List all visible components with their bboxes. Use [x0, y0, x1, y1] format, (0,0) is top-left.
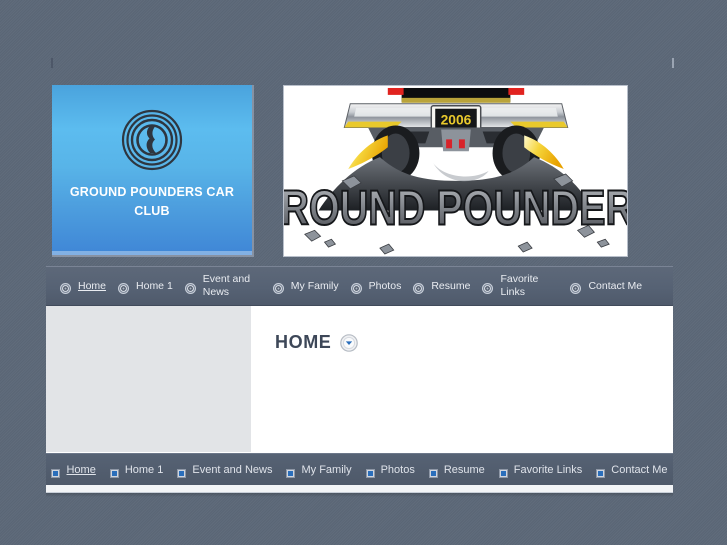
nav-item-label: Resume — [431, 279, 471, 292]
square-bullet-icon — [596, 465, 606, 478]
square-bullet-icon — [365, 465, 375, 478]
target-bullet-icon — [184, 281, 196, 294]
square-bullet-icon — [177, 465, 187, 478]
banner-wordmark: GROUND POUNDERS — [284, 180, 627, 235]
square-bullet-icon — [498, 465, 508, 478]
page-body: HOME — [46, 306, 673, 453]
page-shell: GROUND POUNDERS CAR CLUB 2006 ROUND POUN… — [46, 85, 673, 497]
margin-tick-right — [672, 58, 674, 68]
target-bullet-icon — [350, 281, 362, 294]
concentric-rings-logo-icon — [121, 109, 183, 171]
footer-nav-item-label: Home 1 — [124, 463, 164, 476]
footer-nav-item-my-family[interactable]: My Family — [279, 463, 358, 478]
footer-nav-item-label: Contact Me — [611, 463, 668, 476]
nav-item-label: My Family — [290, 279, 339, 292]
footer-nav-item-resume[interactable]: Resume — [422, 463, 492, 478]
footer-strip — [46, 485, 673, 493]
left-sidebar-panel — [46, 306, 251, 452]
footer-nav-item-home-1[interactable]: Home 1 — [103, 463, 171, 478]
footer-nav-item-label: Favorite Links — [513, 463, 583, 476]
nav-item-label: Home — [78, 279, 107, 292]
footer-nav-item-event-and-news[interactable]: Event and News — [170, 463, 279, 478]
primary-navigation[interactable]: Home Home 1 Event and News My Family Photos R… — [46, 266, 673, 306]
site-title: GROUND POUNDERS CAR CLUB — [69, 185, 235, 218]
square-bullet-icon — [428, 465, 438, 478]
nav-item-home[interactable]: Home — [54, 266, 112, 306]
nav-item-favorite-links[interactable]: Favorite Links — [476, 266, 564, 306]
nav-item-photos[interactable]: Photos — [345, 266, 408, 306]
chevron-down-icon[interactable] — [340, 333, 359, 352]
page-heading-row: HOME — [275, 332, 673, 353]
footer-nav-item-photos[interactable]: Photos — [359, 463, 422, 478]
ground-pounders-car-banner-image: 2006 GROUND POUN — [283, 85, 628, 257]
nav-item-label: Contact Me — [588, 279, 643, 292]
target-bullet-icon — [60, 281, 71, 294]
square-bullet-icon — [109, 465, 119, 478]
footer-nav-item-label: Resume — [443, 463, 485, 476]
margin-tick-left — [51, 58, 53, 68]
secondary-navigation[interactable]: Home Home 1 Event and News My Family Photos R… — [46, 453, 673, 485]
target-bullet-icon — [413, 281, 425, 294]
target-bullet-icon — [272, 281, 284, 294]
nav-item-my-family[interactable]: My Family — [267, 266, 345, 306]
main-content: HOME — [251, 306, 673, 452]
nav-item-label: Photos — [368, 279, 402, 292]
nav-item-label: Home 1 — [136, 279, 173, 292]
header-spacer — [254, 85, 283, 86]
footer-nav-item-home[interactable]: Home — [44, 463, 102, 478]
footer-nav-item-label: Event and News — [192, 463, 273, 476]
footer-nav-item-label: My Family — [301, 463, 352, 476]
footer-nav-item-favorite-links[interactable]: Favorite Links — [492, 463, 589, 478]
nav-item-label: Event and News — [202, 273, 251, 298]
target-bullet-icon — [118, 281, 130, 294]
page-title: HOME — [275, 332, 332, 352]
nav-item-contact-me[interactable]: Contact Me — [564, 266, 648, 306]
footer-nav-item-label: Home — [66, 463, 96, 476]
nav-item-event-and-news[interactable]: Event and News — [179, 266, 267, 306]
site-header: GROUND POUNDERS CAR CLUB 2006 ROUND POUN… — [46, 85, 673, 265]
footer-nav-item-label: Photos — [380, 463, 415, 476]
target-bullet-icon — [482, 281, 494, 294]
nav-item-resume[interactable]: Resume — [407, 266, 476, 306]
site-logo-tile: GROUND POUNDERS CAR CLUB — [52, 85, 254, 257]
footer-shadow — [46, 493, 673, 497]
square-bullet-icon — [51, 465, 61, 478]
logo-tile-footer-edge — [52, 251, 252, 255]
footer-nav-item-contact-me[interactable]: Contact Me — [589, 463, 674, 478]
target-bullet-icon — [570, 281, 582, 294]
svg-text:2006: 2006 — [441, 112, 472, 128]
nav-item-home-1[interactable]: Home 1 — [112, 266, 179, 306]
nav-item-label: Favorite Links — [500, 273, 539, 298]
square-bullet-icon — [286, 465, 296, 478]
